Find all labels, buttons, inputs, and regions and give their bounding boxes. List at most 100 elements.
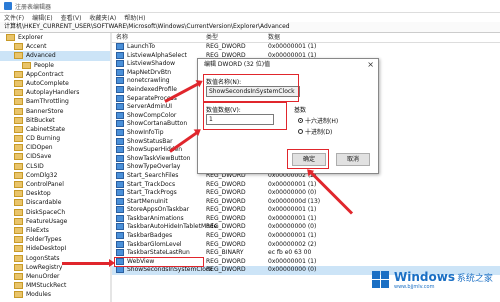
value-name-text: ReindexedProfile <box>127 85 177 93</box>
column-type-header[interactable]: 类型 <box>206 33 268 42</box>
value-row[interactable]: StartMenuInit REG_DWORD 0x0000000d (13) <box>112 197 500 207</box>
tree-item[interactable]: ComDlg32 <box>0 171 110 180</box>
menu-item[interactable]: 文件(F) <box>4 13 24 22</box>
value-type-cell: REG_DWORD <box>206 214 246 222</box>
folder-icon <box>14 98 23 106</box>
value-row[interactable]: LaunchTo REG_DWORD 0x00000001 (1) <box>112 43 500 52</box>
reg-value-icon <box>116 232 124 240</box>
value-name-text: ShowCompColor <box>127 111 177 119</box>
tree-item[interactable]: FeatureUsage <box>0 217 110 226</box>
folder-icon <box>14 144 23 152</box>
tree-item[interactable]: Advanced <box>0 51 110 61</box>
folder-icon <box>14 291 23 299</box>
tree-item[interactable]: Accent <box>0 42 110 51</box>
value-name-cell: StartMenuInit <box>112 197 206 207</box>
tree-item[interactable]: MenuOrder <box>0 272 110 281</box>
value-name-cell: ShowStatusBar <box>112 137 206 147</box>
tree-item[interactable]: Explorer <box>0 33 110 42</box>
value-data-cell: 0x0000000d (13) <box>268 197 321 205</box>
tree-item-label: People <box>34 61 54 69</box>
tree-item[interactable]: Discardable <box>0 198 110 207</box>
tree-item-label: CIDSave <box>26 153 52 161</box>
column-data-header[interactable]: 数据 <box>268 33 368 42</box>
tree-item[interactable]: BitBucket <box>0 116 110 125</box>
watermark-cn: 系统之家 <box>456 274 493 284</box>
value-name-cell: ListviewShadow <box>112 60 206 69</box>
value-name-cell: ShowCortanaButton <box>112 120 206 129</box>
tree-item[interactable]: CD Burning <box>0 134 110 143</box>
tree-item[interactable]: People <box>0 61 110 70</box>
base-group-label: 基数 <box>294 107 307 114</box>
tree-item-label: AutoComplete <box>26 79 69 87</box>
reg-value-icon <box>116 111 124 119</box>
tree-item[interactable]: HideDesktopI <box>0 244 110 253</box>
value-row[interactable]: Start_TrackDocs REG_DWORD 0x00000001 (1) <box>112 180 500 190</box>
folder-icon <box>14 282 23 290</box>
tree-item[interactable]: BamThrottling <box>0 97 110 106</box>
tree-item[interactable]: DiskSpaceCh <box>0 208 110 217</box>
tree-item-label: CabinetState <box>26 125 66 133</box>
folder-icon <box>14 43 23 51</box>
tree-item[interactable]: CLSID <box>0 162 110 171</box>
folder-icon <box>14 171 23 179</box>
value-row[interactable]: TaskbarAutoHideInTabletMode REG_DWORD 0x00… <box>112 223 500 232</box>
value-name-text: Start_SearchFiles <box>127 171 179 179</box>
value-row[interactable]: TaskbarBadges REG_DWORD 0x00000001 (1) <box>112 232 500 241</box>
value-row[interactable]: Start_TrackProgs REG_DWORD 0x00000000 (0) <box>112 189 500 198</box>
value-type-cell: REG_DWORD <box>206 197 246 205</box>
tree-item-label: DiskSpaceCh <box>26 208 66 216</box>
tree-item[interactable]: Modules <box>0 290 110 299</box>
folder-icon <box>14 79 23 87</box>
address-bar[interactable]: 计算机\HKEY_CURRENT_USER\SOFTWARE\Microsoft… <box>0 22 500 33</box>
value-name-cell: ShowCompColor <box>112 111 206 121</box>
watermark: Windows 系统之家 www.bjjmlv.com <box>372 270 493 290</box>
folder-icon <box>14 272 23 280</box>
tree-item-label: ControlPanel <box>26 181 64 188</box>
tree-item[interactable]: AppContract <box>0 70 110 79</box>
tree-item[interactable]: FileExts <box>0 226 110 235</box>
value-row[interactable]: TaskbarAnimations REG_DWORD 0x00000001 (1) <box>112 214 500 224</box>
value-row[interactable]: TaskbarGlomLevel REG_DWORD 0x00000002 (2) <box>112 240 500 250</box>
tree-item-label: Accent <box>26 43 47 51</box>
folder-icon <box>14 208 23 216</box>
tree-item[interactable]: AutoComplete <box>0 79 110 88</box>
tree-item[interactable]: MMStuckRect <box>0 281 110 290</box>
menu-item[interactable]: 查看(V) <box>61 13 82 22</box>
tree-item[interactable]: CIDOpen <box>0 143 110 152</box>
tree-item-label: CLSID <box>26 162 44 170</box>
dec-radio-label: 十进制(D) <box>305 129 333 136</box>
tree-item-label: Discardable <box>26 199 62 207</box>
value-name-cell: Start_TrackProgs <box>112 189 206 198</box>
tree-item[interactable]: CabinetState <box>0 125 110 134</box>
tree-item[interactable]: FolderTypes <box>0 235 110 244</box>
hex-radio[interactable]: 十六进制(H) <box>298 116 338 125</box>
tree-item[interactable]: Desktop <box>0 189 110 198</box>
value-data-cell: ec fb e0 63 00 <box>268 249 312 257</box>
menu-item[interactable]: 帮助(H) <box>124 13 145 22</box>
dialog-title: 编辑 DWORD (32 位)值 <box>204 61 271 68</box>
value-type-cell: REG_DWORD <box>206 257 246 265</box>
reg-value-icon <box>116 240 124 248</box>
tree-item[interactable]: AutoplayHandlers <box>0 88 110 97</box>
value-data-cell: 0x00000000 (0) <box>268 266 317 274</box>
close-icon[interactable]: × <box>367 59 374 71</box>
tree-item-label: MMStuckRect <box>26 282 67 290</box>
dec-radio[interactable]: 十进制(D) <box>298 127 332 136</box>
tree-item[interactable]: ControlPanel <box>0 180 110 189</box>
tree-item[interactable]: CIDSave <box>0 152 110 161</box>
menu-item[interactable]: 收藏夹(A) <box>89 13 116 22</box>
cancel-button[interactable]: 取消 <box>336 153 370 166</box>
value-row[interactable]: StoreAppsOnTaskbar REG_DWORD 0x00000001 (1… <box>112 206 500 215</box>
folder-icon <box>14 125 23 133</box>
reg-value-icon <box>116 137 124 145</box>
value-name-cell: SeparateProcess <box>112 94 206 104</box>
tree-item-label: FileExts <box>26 226 49 234</box>
tree-item-label: Desktop <box>26 190 51 198</box>
folder-icon <box>14 135 23 143</box>
folder-icon <box>22 61 31 69</box>
tree-item[interactable]: BannerStore <box>0 107 110 116</box>
menu-item[interactable]: 编辑(E) <box>32 13 52 22</box>
value-name-text: LaunchTo <box>127 43 156 50</box>
value-name-cell: TaskbarGlomLevel <box>112 240 206 250</box>
column-name-header[interactable]: 名称 <box>112 33 206 42</box>
